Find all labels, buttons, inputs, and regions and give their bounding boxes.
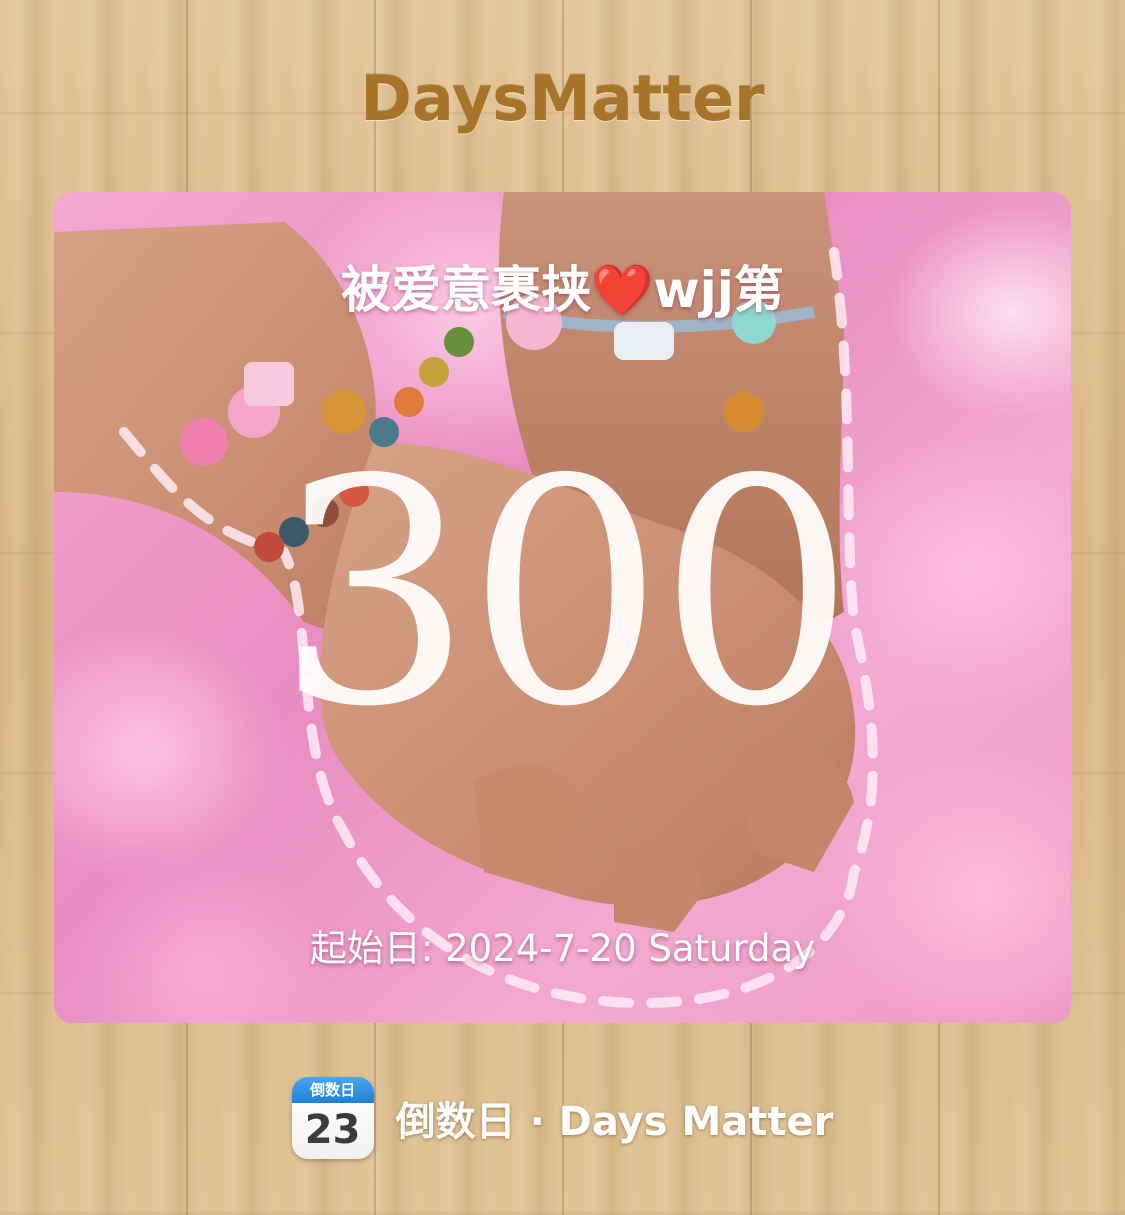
- footer-app-name: 倒数日 · Days Matter: [395, 1099, 834, 1145]
- event-title-prefix: 被爱意裹挟: [341, 261, 592, 319]
- footer-branding: 倒数日 23 倒数日 · Days Matter: [0, 1076, 1125, 1160]
- event-title-suffix: wjj第: [653, 261, 784, 319]
- event-title: 被爱意裹挟❤️wjj第: [54, 250, 1071, 322]
- calendar-icon-number: 23: [304, 1107, 361, 1153]
- calendar-icon: 倒数日 23: [291, 1077, 374, 1159]
- day-count: 300: [275, 414, 856, 775]
- day-card[interactable]: 被爱意裹挟❤️wjj第 300 起始日: 2024-7-20 Saturday: [54, 192, 1071, 1023]
- start-date: 起始日: 2024-7-20 Saturday: [309, 927, 816, 970]
- heart-icon: ❤️: [591, 261, 654, 319]
- app-title: DaysMatter: [360, 62, 765, 135]
- calendar-icon-header: 倒数日: [291, 1077, 374, 1103]
